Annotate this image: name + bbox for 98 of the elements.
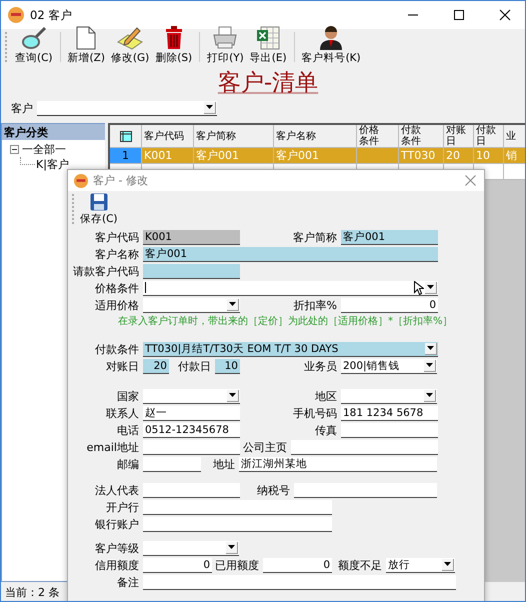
- field-label: 联系人: [105, 406, 140, 420]
- field-label: 客户代码: [94, 230, 140, 244]
- input-field[interactable]: [143, 574, 456, 590]
- field-label: 地址: [212, 456, 236, 472]
- window-title: 02 客户: [30, 8, 72, 22]
- toolbar-button[interactable]: 修改(G): [108, 26, 152, 65]
- dropdown-field[interactable]: 放行: [386, 558, 455, 572]
- field-label: 业务员: [303, 358, 338, 374]
- toolbar-button[interactable]: 导出(E): [248, 26, 289, 65]
- customer-dropdown[interactable]: [37, 100, 217, 116]
- input-field[interactable]: [143, 456, 201, 472]
- dialog-title: 客户 - 修改: [93, 173, 148, 188]
- caret-icon: [228, 545, 235, 549]
- tree-item[interactable]: 一全部一: [21, 142, 67, 157]
- search-icon: [20, 26, 47, 50]
- input-field[interactable]: [143, 482, 240, 498]
- caret-icon: [426, 363, 433, 367]
- caret-icon: [427, 285, 434, 289]
- field-label: 备注: [116, 574, 140, 590]
- toolbar-button[interactable]: 打印(Y): [205, 26, 246, 65]
- field-label: 地区: [314, 388, 338, 404]
- app-logo-icon: [8, 7, 24, 23]
- dropdown-field[interactable]: TT030|月结T/T30天 EOM T/T 30 DAYS: [143, 342, 438, 356]
- input-field[interactable]: 20: [143, 358, 169, 374]
- input-field[interactable]: 客户001: [341, 230, 438, 244]
- field-label: 折扣率%: [292, 298, 338, 312]
- dropdown-field[interactable]: [143, 540, 239, 556]
- toolbar-button[interactable]: 新增(Z): [66, 26, 107, 65]
- field-label: 手机号码: [292, 406, 338, 420]
- input-field[interactable]: 181 1234 5678: [341, 406, 438, 420]
- field-label: 付款日: [177, 358, 212, 374]
- field-label: 已用额度: [214, 558, 260, 572]
- toolbar-button[interactable]: 删除(S): [153, 26, 194, 65]
- hint-text: 在录入客户订单时，带出来的［定价］为此处的［适用价格］*［折扣率%］: [117, 314, 454, 328]
- field-label: 客户等级: [94, 540, 140, 556]
- maximize-icon[interactable]: [453, 9, 465, 21]
- dropdown-field[interactable]: 200|销售钱: [341, 358, 437, 374]
- input-field[interactable]: [291, 440, 438, 454]
- toolbar-button[interactable]: 客户料号(K): [300, 26, 363, 65]
- field-label: 额度不足: [337, 558, 383, 572]
- pencil-paper-icon: [117, 26, 144, 50]
- dropdown-field[interactable]: [143, 280, 438, 296]
- person-icon: [318, 26, 344, 50]
- collapse-icon[interactable]: [10, 145, 19, 154]
- input-field[interactable]: [143, 516, 332, 532]
- field-label: 纳税号: [256, 482, 291, 498]
- field-label: 价格条件: [94, 280, 140, 296]
- input-field[interactable]: [294, 482, 437, 498]
- input-field[interactable]: [143, 264, 240, 278]
- input-field[interactable]: 0: [263, 558, 332, 572]
- field-label: 法人代表: [94, 482, 140, 498]
- panel-header: 客户分类: [2, 124, 105, 140]
- mouse-pointer-icon: [414, 280, 424, 294]
- dropdown-field[interactable]: [341, 388, 437, 404]
- input-field[interactable]: 浙江湖州某地: [239, 456, 437, 472]
- field-label: 国家: [116, 388, 140, 404]
- field-label: 传真: [314, 422, 338, 438]
- field-label: 客户简称: [292, 230, 338, 244]
- input-field[interactable]: [341, 422, 438, 438]
- field-label: 开户行: [105, 500, 140, 514]
- field-label: 邮编: [116, 456, 140, 472]
- row-number: 1: [110, 148, 142, 164]
- field-label: 付款条件: [94, 342, 140, 356]
- field-label: 请款客户代码: [72, 264, 140, 278]
- dropdown-field[interactable]: [143, 388, 240, 404]
- field-label: 信用额度: [94, 558, 140, 572]
- field-label: 适用价格: [94, 298, 140, 312]
- caret-icon: [229, 302, 236, 306]
- input-field[interactable]: [143, 440, 240, 454]
- close-icon[interactable]: [499, 9, 511, 21]
- tree-item[interactable]: K|客户: [35, 157, 70, 172]
- field-label: 公司主页: [242, 440, 288, 454]
- field-label: 电话: [116, 422, 140, 438]
- input-field[interactable]: [143, 500, 332, 514]
- input-field[interactable]: 10: [215, 358, 240, 374]
- toolbar-button[interactable]: 查询(C): [13, 26, 55, 65]
- field-label: 客户名称: [94, 246, 140, 262]
- input-field[interactable]: 0: [143, 558, 212, 572]
- input-field[interactable]: 0512-12345678: [143, 422, 240, 438]
- input-field[interactable]: 赵一: [143, 406, 240, 420]
- field-label: 对账日: [105, 358, 140, 374]
- page-title: 客户-清单: [218, 68, 318, 98]
- caret-icon: [229, 393, 236, 397]
- caret-icon: [206, 105, 213, 109]
- caret-icon: [427, 346, 434, 350]
- field-label: 银行账户: [94, 516, 140, 532]
- save-button[interactable]: 保存(C): [78, 192, 120, 226]
- caret-icon: [426, 393, 433, 397]
- status-text: 当前：2 条: [5, 586, 60, 599]
- field-label: email地址: [86, 440, 140, 454]
- table-icon: [120, 130, 132, 142]
- app-logo-icon: [74, 174, 88, 188]
- input-field[interactable]: 客户001: [143, 246, 438, 262]
- filter-label: 客户: [11, 100, 33, 116]
- input-field[interactable]: 0: [341, 298, 438, 312]
- trash-icon: [164, 26, 184, 50]
- dropdown-field[interactable]: [143, 298, 240, 312]
- caret-icon: [444, 562, 451, 566]
